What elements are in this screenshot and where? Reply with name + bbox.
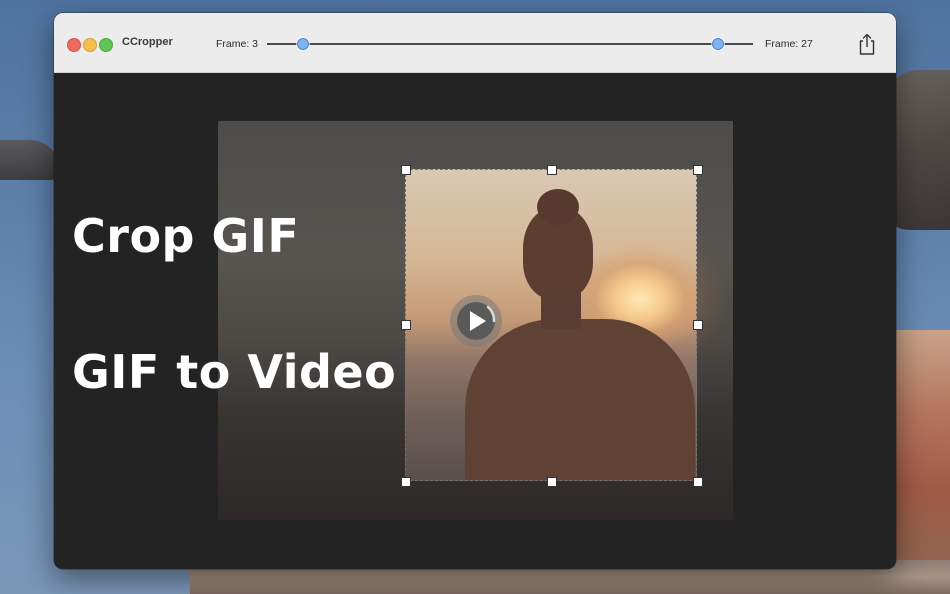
- frame-start-label: Frame: 3: [216, 38, 259, 50]
- zoom-window-button[interactable]: [99, 38, 113, 52]
- crop-handle-bottom-right[interactable]: [693, 477, 703, 487]
- frame-range-slider[interactable]: [267, 43, 753, 45]
- close-window-button[interactable]: [67, 38, 81, 52]
- play-icon: [470, 305, 496, 331]
- gif-preview: [218, 121, 733, 520]
- minimize-window-button[interactable]: [83, 38, 97, 52]
- promo-gif-to-video: GIF to Video: [72, 345, 397, 399]
- crop-handle-right[interactable]: [693, 320, 703, 330]
- crop-handle-bottom[interactable]: [547, 477, 557, 487]
- share-icon: [859, 33, 875, 55]
- crop-handle-left[interactable]: [401, 320, 411, 330]
- titlebar: CCropper Frame: 3 Frame: 27: [54, 13, 896, 73]
- app-window: CCropper Frame: 3 Frame: 27 Crop GIF GIF…: [54, 13, 896, 569]
- crop-handle-bottom-left[interactable]: [401, 477, 411, 487]
- frame-end-handle[interactable]: [712, 38, 724, 50]
- desktop-rock-left: [0, 140, 60, 180]
- crop-handle-top-right[interactable]: [693, 165, 703, 175]
- promo-crop-gif: Crop GIF: [72, 209, 300, 263]
- crop-handle-top-left[interactable]: [401, 165, 411, 175]
- play-button[interactable]: [450, 295, 502, 347]
- crop-handle-top[interactable]: [547, 165, 557, 175]
- app-title: CCropper: [122, 36, 173, 48]
- frame-start-handle[interactable]: [297, 38, 309, 50]
- frame-end-label: Frame: 27: [765, 38, 813, 50]
- crop-rectangle[interactable]: [405, 169, 697, 481]
- share-button[interactable]: [854, 32, 880, 56]
